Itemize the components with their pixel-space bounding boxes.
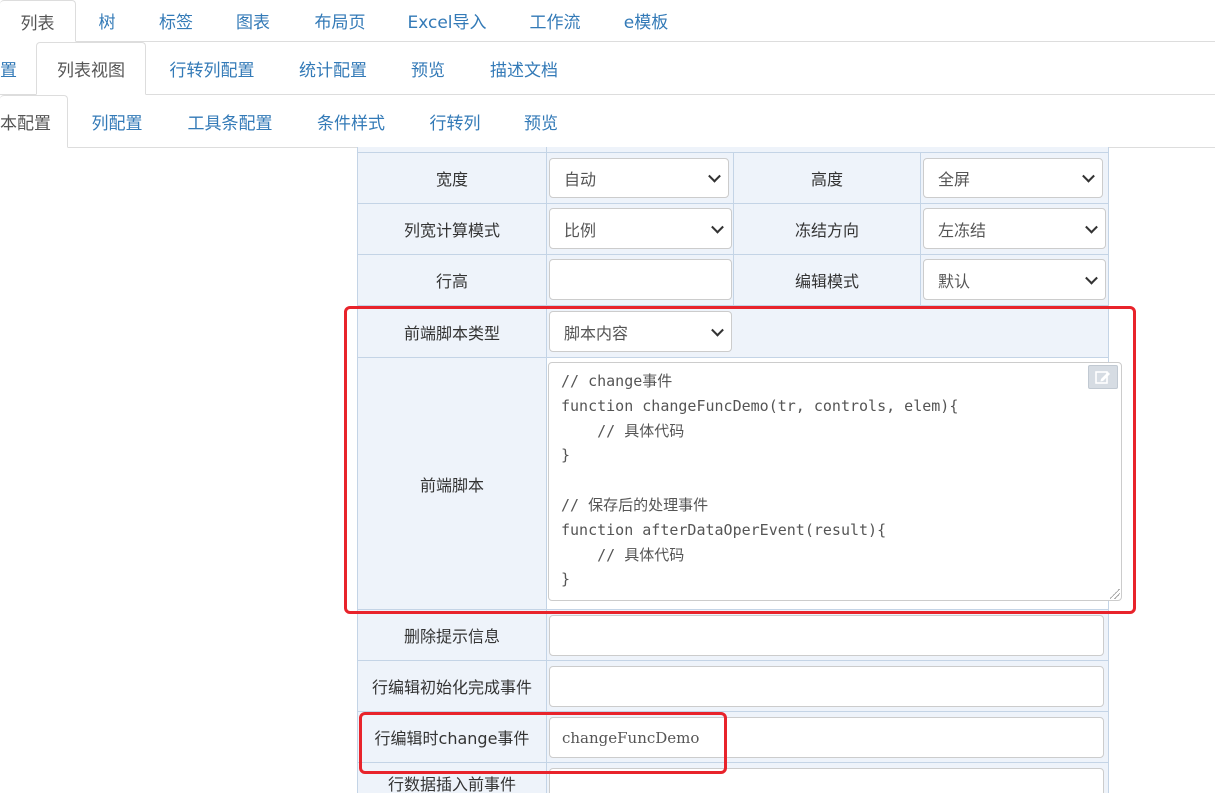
edit-mode-select-value: 默认 bbox=[938, 271, 971, 291]
script-type-select[interactable]: 脚本内容 bbox=[549, 311, 732, 352]
tab-tree[interactable]: 树 bbox=[85, 0, 129, 41]
height-cell: 全屏 bbox=[921, 153, 1108, 203]
tab-basic-config[interactable]: 本配置 bbox=[0, 95, 68, 148]
resize-handle[interactable] bbox=[1110, 589, 1120, 599]
code-line: } bbox=[561, 446, 571, 465]
height-label: 高度 bbox=[734, 153, 921, 203]
delete-prompt-input[interactable] bbox=[549, 615, 1104, 656]
chevron-down-icon bbox=[1085, 220, 1098, 234]
chevron-down-icon bbox=[1082, 169, 1095, 183]
edit-mode-select[interactable]: 默认 bbox=[923, 259, 1106, 300]
before-insert-input[interactable] bbox=[549, 768, 1104, 793]
col-calc-select[interactable]: 比例 bbox=[549, 208, 732, 249]
form-row-row-height: 行高 编辑模式 默认 bbox=[358, 255, 1108, 306]
form-row-before-insert: 行数据插入前事件 bbox=[358, 763, 1108, 793]
edit-init-label: 行编辑初始化完成事件 bbox=[358, 661, 547, 711]
tab-preview-2[interactable]: 预览 bbox=[512, 95, 570, 147]
height-select[interactable]: 全屏 bbox=[923, 158, 1103, 198]
edit-mode-cell: 默认 bbox=[921, 255, 1108, 305]
height-select-value: 全屏 bbox=[938, 170, 971, 189]
tab-description-doc[interactable]: 描述文档 bbox=[476, 42, 572, 94]
chevron-down-icon bbox=[711, 220, 724, 234]
code-line: function changeFuncDemo(tr, controls, el… bbox=[561, 396, 959, 415]
chevron-down-icon bbox=[711, 323, 724, 337]
tab-column-config[interactable]: 列配置 bbox=[78, 95, 156, 147]
form-row-script-type: 前端脚本类型 脚本内容 bbox=[358, 306, 1108, 358]
tab-preview[interactable]: 预览 bbox=[398, 42, 458, 94]
chevron-down-icon bbox=[708, 169, 721, 183]
form-row-edit-init: 行编辑初始化完成事件 bbox=[358, 661, 1108, 712]
tab-row-to-col-config[interactable]: 行转列配置 bbox=[156, 42, 268, 94]
code-line: // 具体代码 bbox=[561, 545, 685, 564]
edit-init-input[interactable] bbox=[549, 666, 1104, 707]
tab-row-to-col[interactable]: 行转列 bbox=[416, 95, 494, 147]
code-line: // change事件 bbox=[561, 372, 673, 390]
tab-chart[interactable]: 图表 bbox=[223, 0, 283, 41]
edit-mode-label: 编辑模式 bbox=[734, 255, 921, 305]
main-tab-bar: 列表 树 标签 图表 布局页 Excel导入 工作流 e模板 bbox=[0, 0, 1215, 42]
row-height-cell bbox=[547, 255, 734, 305]
value-cell-top bbox=[547, 147, 1108, 152]
chevron-down-icon bbox=[1085, 271, 1098, 285]
edit-icon[interactable] bbox=[1088, 365, 1118, 389]
script-type-label: 前端脚本类型 bbox=[358, 306, 547, 357]
before-insert-cell bbox=[547, 763, 1108, 793]
form-row-delete-prompt: 删除提示信息 bbox=[358, 610, 1108, 661]
tab-layout-page[interactable]: 布局页 bbox=[300, 0, 380, 41]
form-row-size: 宽度 自动 高度 全屏 bbox=[358, 153, 1108, 204]
tab-workflow[interactable]: 工作流 bbox=[516, 0, 594, 41]
freeze-select-value: 左冻结 bbox=[938, 220, 987, 240]
tab-list-view[interactable]: 列表视图 bbox=[36, 42, 146, 95]
width-label: 宽度 bbox=[358, 153, 547, 203]
freeze-label: 冻结方向 bbox=[734, 204, 921, 254]
col-calc-label: 列宽计算模式 bbox=[358, 204, 547, 254]
width-select[interactable]: 自动 bbox=[549, 158, 729, 198]
delete-prompt-cell bbox=[547, 610, 1108, 660]
script-label: 前端脚本 bbox=[358, 358, 547, 609]
tab-tags[interactable]: 标签 bbox=[146, 0, 206, 41]
width-cell: 自动 bbox=[547, 153, 734, 203]
tab-config-partial[interactable]: 置 bbox=[0, 42, 24, 94]
form-row-edit-change: 行编辑时change事件 changeFuncDemo bbox=[358, 712, 1108, 763]
code-line: function afterDataOperEvent(result){ bbox=[561, 520, 887, 539]
edit-init-cell bbox=[547, 661, 1108, 711]
form-row-col-calc: 列宽计算模式 比例 冻结方向 左冻结 bbox=[358, 204, 1108, 255]
tab-toolbar-config[interactable]: 工具条配置 bbox=[174, 95, 286, 147]
freeze-cell: 左冻结 bbox=[921, 204, 1108, 254]
before-insert-label: 行数据插入前事件 bbox=[358, 763, 547, 793]
sub-tab-bar: 置 列表视图 行转列配置 统计配置 预览 描述文档 bbox=[0, 42, 1215, 95]
edit-icon-glyph bbox=[1095, 371, 1110, 384]
tab-excel-import[interactable]: Excel导入 bbox=[398, 0, 496, 41]
code-line: // 保存后的处理事件 bbox=[561, 495, 709, 514]
freeze-select[interactable]: 左冻结 bbox=[923, 208, 1106, 249]
label-cell-top bbox=[358, 147, 547, 152]
col-calc-select-value: 比例 bbox=[564, 220, 597, 240]
script-type-cell: 脚本内容 bbox=[547, 306, 1108, 357]
edit-change-label: 行编辑时change事件 bbox=[358, 712, 547, 762]
tab-list[interactable]: 列表 bbox=[0, 0, 76, 42]
row-height-label: 行高 bbox=[358, 255, 547, 305]
tab-e-template[interactable]: e模板 bbox=[612, 0, 680, 41]
script-type-select-value: 脚本内容 bbox=[564, 323, 629, 343]
col-calc-cell: 比例 bbox=[547, 204, 734, 254]
row-height-input[interactable] bbox=[549, 259, 732, 300]
width-select-value: 自动 bbox=[564, 170, 597, 189]
edit-change-cell: changeFuncDemo bbox=[547, 712, 1108, 762]
config-tab-bar: 本配置 列配置 工具条配置 条件样式 行转列 预览 bbox=[0, 95, 1215, 148]
tab-stats-config[interactable]: 统计配置 bbox=[286, 42, 380, 94]
code-line: } bbox=[561, 570, 571, 589]
tab-conditional-style[interactable]: 条件样式 bbox=[304, 95, 398, 147]
edit-change-input[interactable]: changeFuncDemo bbox=[549, 717, 1104, 758]
code-line: // 具体代码 bbox=[561, 421, 685, 440]
delete-prompt-label: 删除提示信息 bbox=[358, 610, 547, 660]
script-code-editor[interactable]: // change事件 function changeFuncDemo(tr, … bbox=[548, 362, 1122, 601]
